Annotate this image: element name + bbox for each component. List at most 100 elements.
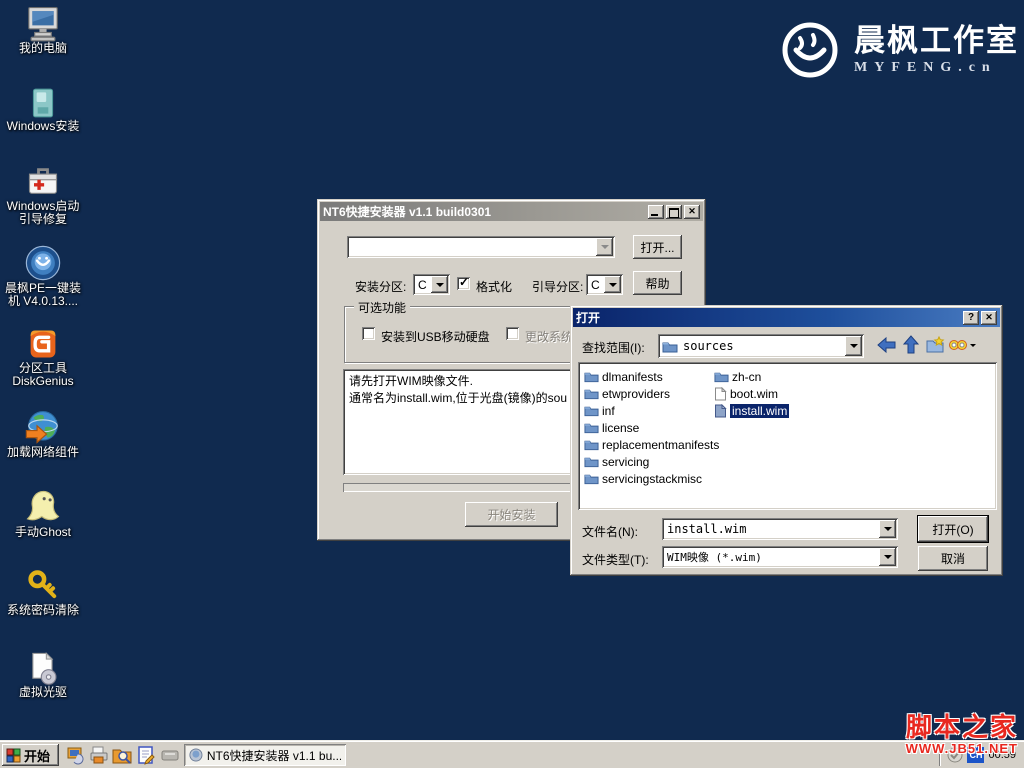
maximize-icon[interactable]: [666, 205, 682, 219]
folder-icon: [662, 340, 678, 353]
my-computer-icon: [24, 4, 62, 42]
change-system-checkbox[interactable]: [506, 327, 519, 340]
filetype-combobox[interactable]: WIM映像 (*.wim): [662, 546, 898, 568]
start-button[interactable]: 开始: [2, 744, 59, 766]
open-button[interactable]: 打开(O): [918, 516, 988, 542]
task-button-installer[interactable]: NT6快捷安装器 v1.1 bu...: [184, 744, 346, 766]
start-install-label: 开始安装: [487, 506, 535, 523]
change-system-label: 更改系统: [525, 328, 573, 345]
quicklaunch-printer-button[interactable]: [89, 745, 109, 765]
help-button[interactable]: 帮助: [633, 271, 682, 295]
brand-title: 晨枫工作室: [854, 25, 1019, 57]
desktop-icon-windows-install[interactable]: Windows安装: [0, 86, 86, 133]
list-item-folder[interactable]: zh-cn: [714, 368, 789, 385]
quicklaunch-notepad-button[interactable]: [136, 745, 156, 765]
quicklaunch-search-button[interactable]: [112, 745, 132, 765]
list-item-file[interactable]: boot.wim: [714, 385, 789, 402]
filename-label: 文件名(N):: [582, 523, 638, 540]
folder-icon: [584, 472, 599, 485]
folder-icon: [584, 421, 599, 434]
installer-titlebar[interactable]: NT6快捷安装器 v1.1 build0301: [320, 202, 703, 221]
chevron-down-icon[interactable]: [431, 276, 448, 293]
view-menu-button[interactable]: [947, 334, 977, 356]
site-watermark: 脚本之家 WWW.JB51.NET: [906, 714, 1018, 756]
close-icon[interactable]: [684, 205, 700, 219]
up-arrow-icon: [902, 335, 920, 355]
list-item-folder[interactable]: inf: [584, 402, 719, 419]
ghost-icon: [24, 488, 62, 526]
context-help-icon[interactable]: [963, 311, 979, 325]
help-button-label: 帮助: [645, 275, 669, 292]
notepad-icon: [136, 745, 156, 765]
show-desktop-icon: [66, 745, 86, 765]
start-label: 开始: [24, 746, 50, 765]
optional-features-label: 可选功能: [354, 299, 410, 316]
look-in-value: sources: [678, 339, 843, 353]
virtual-cdrom-icon: [25, 650, 61, 686]
desktop-icon-my-computer[interactable]: 我的电脑: [0, 4, 86, 55]
up-one-level-button[interactable]: [900, 334, 922, 356]
quicklaunch-disk-button[interactable]: [160, 745, 180, 765]
filename-combobox[interactable]: install.wim: [662, 518, 898, 540]
desktop-icon-boot-repair[interactable]: Windows启动 引导修复: [0, 164, 86, 226]
list-item-folder[interactable]: etwproviders: [584, 385, 719, 402]
filetype-label: 文件类型(T):: [582, 551, 649, 568]
filetype-value: WIM映像 (*.wim): [662, 549, 877, 565]
desktop-icon-diskgenius[interactable]: 分区工具 DiskGenius: [0, 326, 86, 388]
usb-install-checkbox[interactable]: [362, 327, 375, 340]
chevron-down-icon[interactable]: [604, 276, 621, 293]
list-item-folder[interactable]: replacementmanifests: [584, 436, 719, 453]
desktop-icon-label: 引导修复: [0, 213, 86, 226]
file-icon: [714, 404, 727, 418]
list-item-file-selected[interactable]: install.wim: [714, 402, 789, 419]
cancel-button-label: 取消: [941, 550, 965, 567]
format-label: 格式化: [476, 278, 512, 295]
chevron-down-icon[interactable]: [879, 548, 896, 566]
folder-icon: [584, 404, 599, 417]
cancel-button[interactable]: 取消: [918, 546, 988, 571]
desktop-icon-password-clear[interactable]: 系统密码清除: [0, 568, 86, 617]
list-item-folder[interactable]: license: [584, 419, 719, 436]
filename-value: install.wim: [662, 522, 877, 536]
desktop-icon-load-network[interactable]: 加载网络组件: [0, 408, 86, 459]
list-item-folder[interactable]: servicing: [584, 453, 719, 470]
folder-icon: [584, 455, 599, 468]
back-arrow-icon: [877, 336, 897, 354]
file-list[interactable]: dlmanifests etwproviders inf license rep…: [578, 362, 997, 510]
chevron-down-icon[interactable]: [596, 238, 613, 256]
desktop-icon-label: 虚拟光驱: [0, 686, 86, 699]
folder-icon: [584, 370, 599, 383]
folder-icon: [584, 387, 599, 400]
folder-icon: [584, 438, 599, 451]
list-item-folder[interactable]: servicingstackmisc: [584, 470, 719, 487]
back-button[interactable]: [876, 334, 898, 356]
folder-icon: [714, 370, 729, 383]
key-icon: [25, 568, 61, 604]
minimize-icon[interactable]: [648, 205, 664, 219]
install-partition-combobox[interactable]: C: [413, 274, 450, 295]
installer-title: NT6快捷安装器 v1.1 build0301: [323, 203, 491, 220]
start-install-button[interactable]: 开始安装: [465, 502, 558, 527]
chevron-down-icon[interactable]: [845, 336, 862, 356]
desktop-icon-label: 我的电脑: [0, 42, 86, 55]
boot-partition-label: 引导分区:: [532, 278, 583, 295]
boot-partition-value: C: [586, 278, 602, 292]
desktop-icon-label: DiskGenius: [0, 375, 86, 388]
open-file-dialog: 打开 查找范围(I): sources: [570, 305, 1003, 576]
quicklaunch-desktop-button[interactable]: [66, 745, 86, 765]
desktop-icon-manual-ghost[interactable]: 手动Ghost: [0, 488, 86, 539]
close-icon[interactable]: [981, 311, 997, 325]
look-in-combobox[interactable]: sources: [658, 334, 864, 358]
watermark-url: WWW.JB51.NET: [906, 741, 1018, 756]
open-wim-button[interactable]: 打开...: [633, 235, 682, 259]
list-item-folder[interactable]: dlmanifests: [584, 368, 719, 385]
open-dialog-titlebar[interactable]: 打开: [573, 308, 1000, 327]
boot-partition-combobox[interactable]: C: [586, 274, 623, 295]
format-checkbox[interactable]: [457, 277, 470, 290]
pe-installer-icon: [24, 244, 62, 282]
wim-path-combobox[interactable]: [347, 236, 615, 258]
desktop-icon-virtual-cdrom[interactable]: 虚拟光驱: [0, 650, 86, 699]
new-folder-button[interactable]: [924, 334, 946, 356]
chevron-down-icon[interactable]: [879, 520, 896, 538]
desktop-icon-pe-one-key[interactable]: 晨枫PE一键装 机 V4.0.13....: [0, 244, 86, 308]
